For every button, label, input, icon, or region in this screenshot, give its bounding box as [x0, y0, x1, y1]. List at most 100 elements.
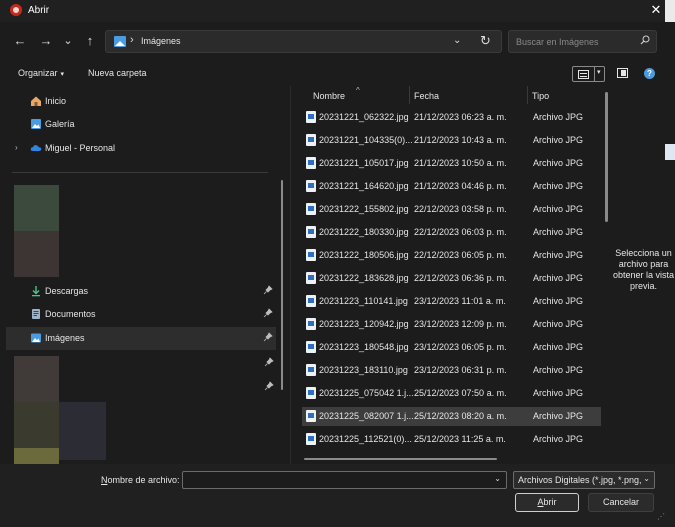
- file-row[interactable]: 20231222_155802.jpg 22/12/2023 03:58 p. m…: [302, 200, 601, 219]
- file-date: 23/12/2023 06:05 p. m.: [414, 342, 507, 352]
- sidebar-item-imagenes[interactable]: Imágenes: [6, 327, 276, 350]
- file-list-scrollbar[interactable]: [605, 92, 608, 222]
- open-label: brir: [543, 497, 557, 507]
- file-type: Archivo JPG: [533, 434, 584, 444]
- file-row[interactable]: 20231225_075042 1.j... 25/12/2023 07:50 a…: [302, 384, 601, 403]
- jpg-file-icon: [306, 111, 316, 123]
- file-row[interactable]: 20231223_180548.jpg 23/12/2023 06:05 p. m…: [302, 338, 601, 357]
- gallery-icon: [31, 119, 41, 129]
- sidebar-item-onedrive[interactable]: › Miguel - Personal: [6, 137, 276, 160]
- sidebar-item-inicio[interactable]: Inicio: [6, 90, 276, 113]
- forward-button[interactable]: →: [38, 33, 54, 49]
- preview-pane-icon[interactable]: [617, 68, 628, 78]
- pictures-icon: [31, 333, 41, 343]
- file-row[interactable]: 20231221_164620.jpg 21/12/2023 04:46 p. m…: [302, 177, 601, 196]
- chevron-down-icon[interactable]: ⌄: [494, 474, 501, 483]
- file-list-horizontal-scrollbar[interactable]: [304, 458, 497, 460]
- file-row[interactable]: 20231221_105017.jpg 21/12/2023 10:50 a. m…: [302, 154, 601, 173]
- search-input[interactable]: Buscar en Imágenes: [508, 30, 657, 53]
- new-folder-button[interactable]: Nueva carpeta: [88, 68, 147, 78]
- file-row[interactable]: 20231223_183110.jpg 23/12/2023 06:31 p. m…: [302, 361, 601, 380]
- breadcrumb-location[interactable]: Imágenes: [141, 36, 181, 46]
- redacted-thumbnail: [14, 231, 59, 277]
- jpg-file-icon: [306, 410, 316, 422]
- sidebar-item-descargas[interactable]: Descargas: [6, 280, 276, 303]
- file-date: 23/12/2023 12:09 p. m.: [414, 319, 507, 329]
- up-button[interactable]: ↑: [82, 33, 98, 49]
- file-type: Archivo JPG: [533, 365, 584, 375]
- redacted-thumbnail: [14, 448, 59, 464]
- background-window: [665, 0, 675, 22]
- sidebar-item-galeria[interactable]: Galería: [6, 113, 276, 136]
- filename-input[interactable]: ⌄: [182, 471, 507, 489]
- pin-icon[interactable]: [263, 332, 273, 342]
- file-name: 20231225_112521(0)...: [319, 434, 412, 444]
- file-date: 23/12/2023 06:31 p. m.: [414, 365, 507, 375]
- redacted-thumbnail: [14, 402, 59, 448]
- file-name: 20231223_183110.jpg: [319, 365, 408, 375]
- redacted-thumbnail: [14, 185, 59, 231]
- search-icon[interactable]: [640, 35, 650, 45]
- file-type: Archivo JPG: [533, 342, 584, 352]
- file-name: 20231221_164620.jpg: [319, 181, 409, 191]
- file-row[interactable]: 20231222_180506.jpg 22/12/2023 06:05 p. m…: [302, 246, 601, 265]
- cancel-button[interactable]: Cancelar: [588, 493, 654, 512]
- chevron-right-icon[interactable]: ›: [15, 143, 18, 152]
- view-options-button[interactable]: ▾: [572, 66, 605, 82]
- column-header-name[interactable]: Nombre: [313, 91, 345, 101]
- preview-message: Selecciona un archivo para obtener la vi…: [612, 248, 675, 291]
- file-type: Archivo JPG: [533, 388, 584, 398]
- file-row[interactable]: 20231221_062322.jpg 21/12/2023 06:23 a. m…: [302, 108, 601, 127]
- documents-icon: [32, 309, 40, 319]
- address-dropdown-icon[interactable]: ⌄: [453, 35, 461, 46]
- address-bar[interactable]: › Imágenes ⌄ ↻: [105, 30, 502, 53]
- file-row[interactable]: 20231222_180330.jpg 22/12/2023 06:03 p. m…: [302, 223, 601, 242]
- sidebar-divider: [12, 172, 268, 173]
- close-icon[interactable]: ✕: [649, 3, 663, 17]
- file-row[interactable]: 20231223_120942.jpg 23/12/2023 12:09 p. m…: [302, 315, 601, 334]
- file-row[interactable]: 20231225_112521(0)... 25/12/2023 11:25 a.…: [302, 430, 601, 449]
- pin-icon[interactable]: [263, 308, 273, 318]
- file-row[interactable]: 20231225_082007 1.j... 25/12/2023 08:20 a…: [302, 407, 601, 426]
- pin-icon[interactable]: [264, 357, 274, 367]
- jpg-file-icon: [306, 249, 316, 261]
- open-button[interactable]: Abrir: [515, 493, 579, 512]
- file-name: 20231222_155802.jpg: [319, 204, 409, 214]
- sidebar-item-label: Documentos: [45, 309, 96, 319]
- file-date: 21/12/2023 06:23 a. m.: [414, 112, 507, 122]
- help-icon[interactable]: ?: [644, 68, 655, 79]
- pin-icon[interactable]: [263, 285, 273, 295]
- column-header-type[interactable]: Tipo: [532, 91, 549, 101]
- file-date: 25/12/2023 11:25 a. m.: [414, 434, 506, 444]
- pin-icon[interactable]: [264, 381, 274, 391]
- download-icon: [32, 286, 40, 297]
- file-type: Archivo JPG: [533, 112, 584, 122]
- column-divider[interactable]: [409, 86, 410, 104]
- jpg-file-icon: [306, 318, 316, 330]
- file-row[interactable]: 20231221_104335(0)... 21/12/2023 10:43 a.…: [302, 131, 601, 150]
- sidebar-scrollbar[interactable]: [281, 180, 283, 390]
- sort-ascending-icon: ^: [356, 86, 360, 95]
- column-header-date[interactable]: Fecha: [414, 91, 439, 101]
- back-button[interactable]: ←: [12, 33, 28, 49]
- jpg-file-icon: [306, 433, 316, 445]
- refresh-icon[interactable]: ↻: [480, 33, 491, 49]
- redacted-thumbnail: [14, 356, 59, 402]
- recent-locations-button[interactable]: ⌄: [60, 33, 76, 49]
- chevron-down-icon: ⌄: [643, 474, 650, 483]
- file-name: 20231223_110141.jpg: [319, 296, 408, 306]
- sidebar-item-documentos[interactable]: Documentos: [6, 303, 276, 326]
- file-date: 22/12/2023 06:05 p. m.: [414, 250, 507, 260]
- file-row[interactable]: 20231222_183628.jpg 22/12/2023 06:36 p. m…: [302, 269, 601, 288]
- column-divider[interactable]: [527, 86, 528, 104]
- file-type: Archivo JPG: [533, 227, 584, 237]
- file-row[interactable]: 20231223_110141.jpg 23/12/2023 11:01 a. m…: [302, 292, 601, 311]
- navigation-pane[interactable]: Inicio Galería › Miguel - Personal Desca…: [0, 86, 290, 464]
- file-list[interactable]: ^ Nombre Fecha Tipo 20231221_062322.jpg 2…: [291, 86, 612, 464]
- file-date: 22/12/2023 06:03 p. m.: [414, 227, 507, 237]
- file-type-filter[interactable]: Archivos Digitales (*.jpg, *.png, ⌄: [513, 471, 655, 489]
- breadcrumb-chevron-icon[interactable]: ›: [130, 34, 134, 46]
- resize-grip-icon[interactable]: ⋰: [657, 512, 665, 521]
- file-date: 25/12/2023 07:50 a. m.: [414, 388, 507, 398]
- organize-menu[interactable]: Organizar ▾: [18, 68, 64, 78]
